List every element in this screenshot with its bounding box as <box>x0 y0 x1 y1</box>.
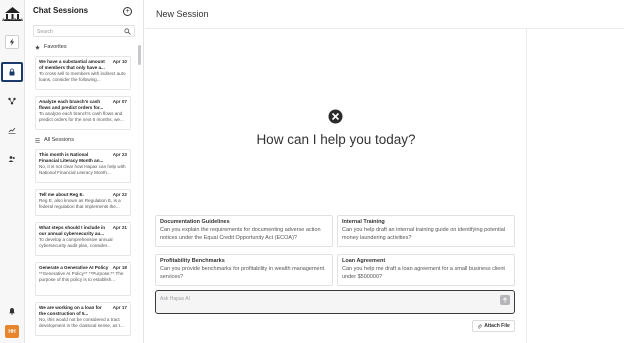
share-icon <box>8 97 16 105</box>
suggestion-title: Loan Agreement <box>342 258 386 264</box>
icon-rail: Acme Bank HH <box>0 0 25 343</box>
suggestion-text: Can you help draft an internal training … <box>342 227 505 241</box>
bell-icon <box>9 308 15 315</box>
app-window: Acme Bank HH Chat Sessions + Fa <box>0 0 624 343</box>
plus-icon: + <box>125 8 130 15</box>
page-title: New Session <box>156 9 209 19</box>
session-card[interactable]: Generate a Generative AI Policy Apr 18 **… <box>35 262 131 296</box>
session-preview: To analyze each branch's cash flows and … <box>39 111 124 122</box>
chat-sessions-panel: Chat Sessions + Favorites We have a subs… <box>26 0 144 343</box>
rail-notifications-button[interactable] <box>5 304 19 318</box>
logo-text: Acme Bank <box>2 17 23 22</box>
session-title: This month is National Financial Literac… <box>39 152 104 163</box>
suggestion-card[interactable]: Internal Training Can you help draft an … <box>337 215 515 247</box>
bolt-icon <box>9 38 15 46</box>
session-date: Apr 23 <box>112 152 127 157</box>
session-preview: No, this would not be considered a tract… <box>39 317 124 328</box>
rail-users-button[interactable] <box>5 152 19 166</box>
send-button[interactable] <box>500 295 510 305</box>
session-date: Apr 22 <box>112 192 127 197</box>
suggestion-title: Profitability Benchmarks <box>160 258 225 264</box>
chart-icon <box>8 127 16 134</box>
session-preview: No, it is not clear how Hapax can help w… <box>39 164 126 175</box>
star-icon <box>35 44 40 50</box>
session-title: We have a substantial amount of members … <box>39 59 105 70</box>
suggestion-card[interactable]: Documentation Guidelines Can you explain… <box>155 215 333 247</box>
rail-secure-button[interactable] <box>1 62 23 82</box>
favorites-label: Favorites <box>44 44 67 50</box>
suggestion-card[interactable]: Loan Agreement Can you help me draft a l… <box>337 254 515 286</box>
lock-icon <box>9 68 15 76</box>
session-search <box>33 25 135 37</box>
user-avatar[interactable]: HH <box>5 325 19 338</box>
session-date: Apr 21 <box>112 225 127 230</box>
session-preview: To develop a comprehensive annual cybers… <box>39 237 113 248</box>
suggestion-text: Can you provide benchmarks for profitabi… <box>160 266 325 280</box>
suggestion-text: Can you explain the requirements for doc… <box>160 227 321 241</box>
session-preview: To cross sell to members with indirect a… <box>39 71 126 82</box>
close-circle-icon <box>328 109 343 124</box>
session-date: Apr 07 <box>112 99 127 104</box>
users-icon <box>8 156 15 162</box>
session-date: Apr 18 <box>112 265 127 270</box>
sessions-scrollbar[interactable] <box>138 45 141 65</box>
right-panel <box>527 29 624 343</box>
session-preview: Reg E, also known as Regulation E, is a … <box>39 198 121 209</box>
arrow-up-icon <box>502 297 508 303</box>
session-card[interactable]: We are working on a loan for the constru… <box>35 302 131 336</box>
main-panel: New Session How can I help you today? Do… <box>145 0 624 343</box>
rail-quick-action-button[interactable] <box>5 35 19 49</box>
sessions-title: Chat Sessions <box>33 6 89 15</box>
prompt-input[interactable] <box>160 295 460 303</box>
session-card[interactable]: This month is National Financial Literac… <box>35 149 131 183</box>
session-search-input[interactable] <box>37 27 122 36</box>
session-title: Analyze each branch's cash flows and pre… <box>39 99 104 110</box>
favorites-header: Favorites <box>35 44 67 50</box>
suggestion-card[interactable]: Profitability Benchmarks Can you provide… <box>155 254 333 286</box>
session-title: What steps should I include in our annua… <box>39 225 106 236</box>
list-icon <box>35 138 40 142</box>
top-bar: New Session <box>145 0 624 29</box>
session-card[interactable]: We have a substantial amount of members … <box>35 56 131 90</box>
attach-file-button[interactable]: Attach File <box>472 320 515 332</box>
suggestion-title: Documentation Guidelines <box>160 219 230 225</box>
session-preview: **Generative AI Policy** **Purpose:** Th… <box>39 271 124 282</box>
session-card[interactable]: Analyze each branch's cash flows and pre… <box>35 96 131 130</box>
attach-file-label: Attach File <box>484 323 510 329</box>
session-date: Apr 10 <box>112 59 127 64</box>
all-sessions-header: All Sessions <box>35 137 74 143</box>
welcome-heading: How can I help you today? <box>256 132 416 147</box>
rail-network-button[interactable] <box>5 94 19 108</box>
session-title: We are working on a loan for the constru… <box>39 305 102 316</box>
prompt-box <box>155 290 515 314</box>
rail-analytics-button[interactable] <box>5 123 19 137</box>
all-sessions-label: All Sessions <box>44 137 74 143</box>
new-session-button[interactable]: + <box>123 7 132 16</box>
paperclip-icon <box>477 323 482 329</box>
suggestion-text: Can you help me draft a loan agreement f… <box>342 266 505 280</box>
suggestion-title: Internal Training <box>342 219 385 225</box>
session-date: Apr 17 <box>112 305 127 310</box>
session-card[interactable]: What steps should I include in our annua… <box>35 222 131 256</box>
search-icon[interactable] <box>124 28 131 35</box>
session-card[interactable]: Tell me about Reg E. Apr 22 Reg E, also k… <box>35 189 131 216</box>
